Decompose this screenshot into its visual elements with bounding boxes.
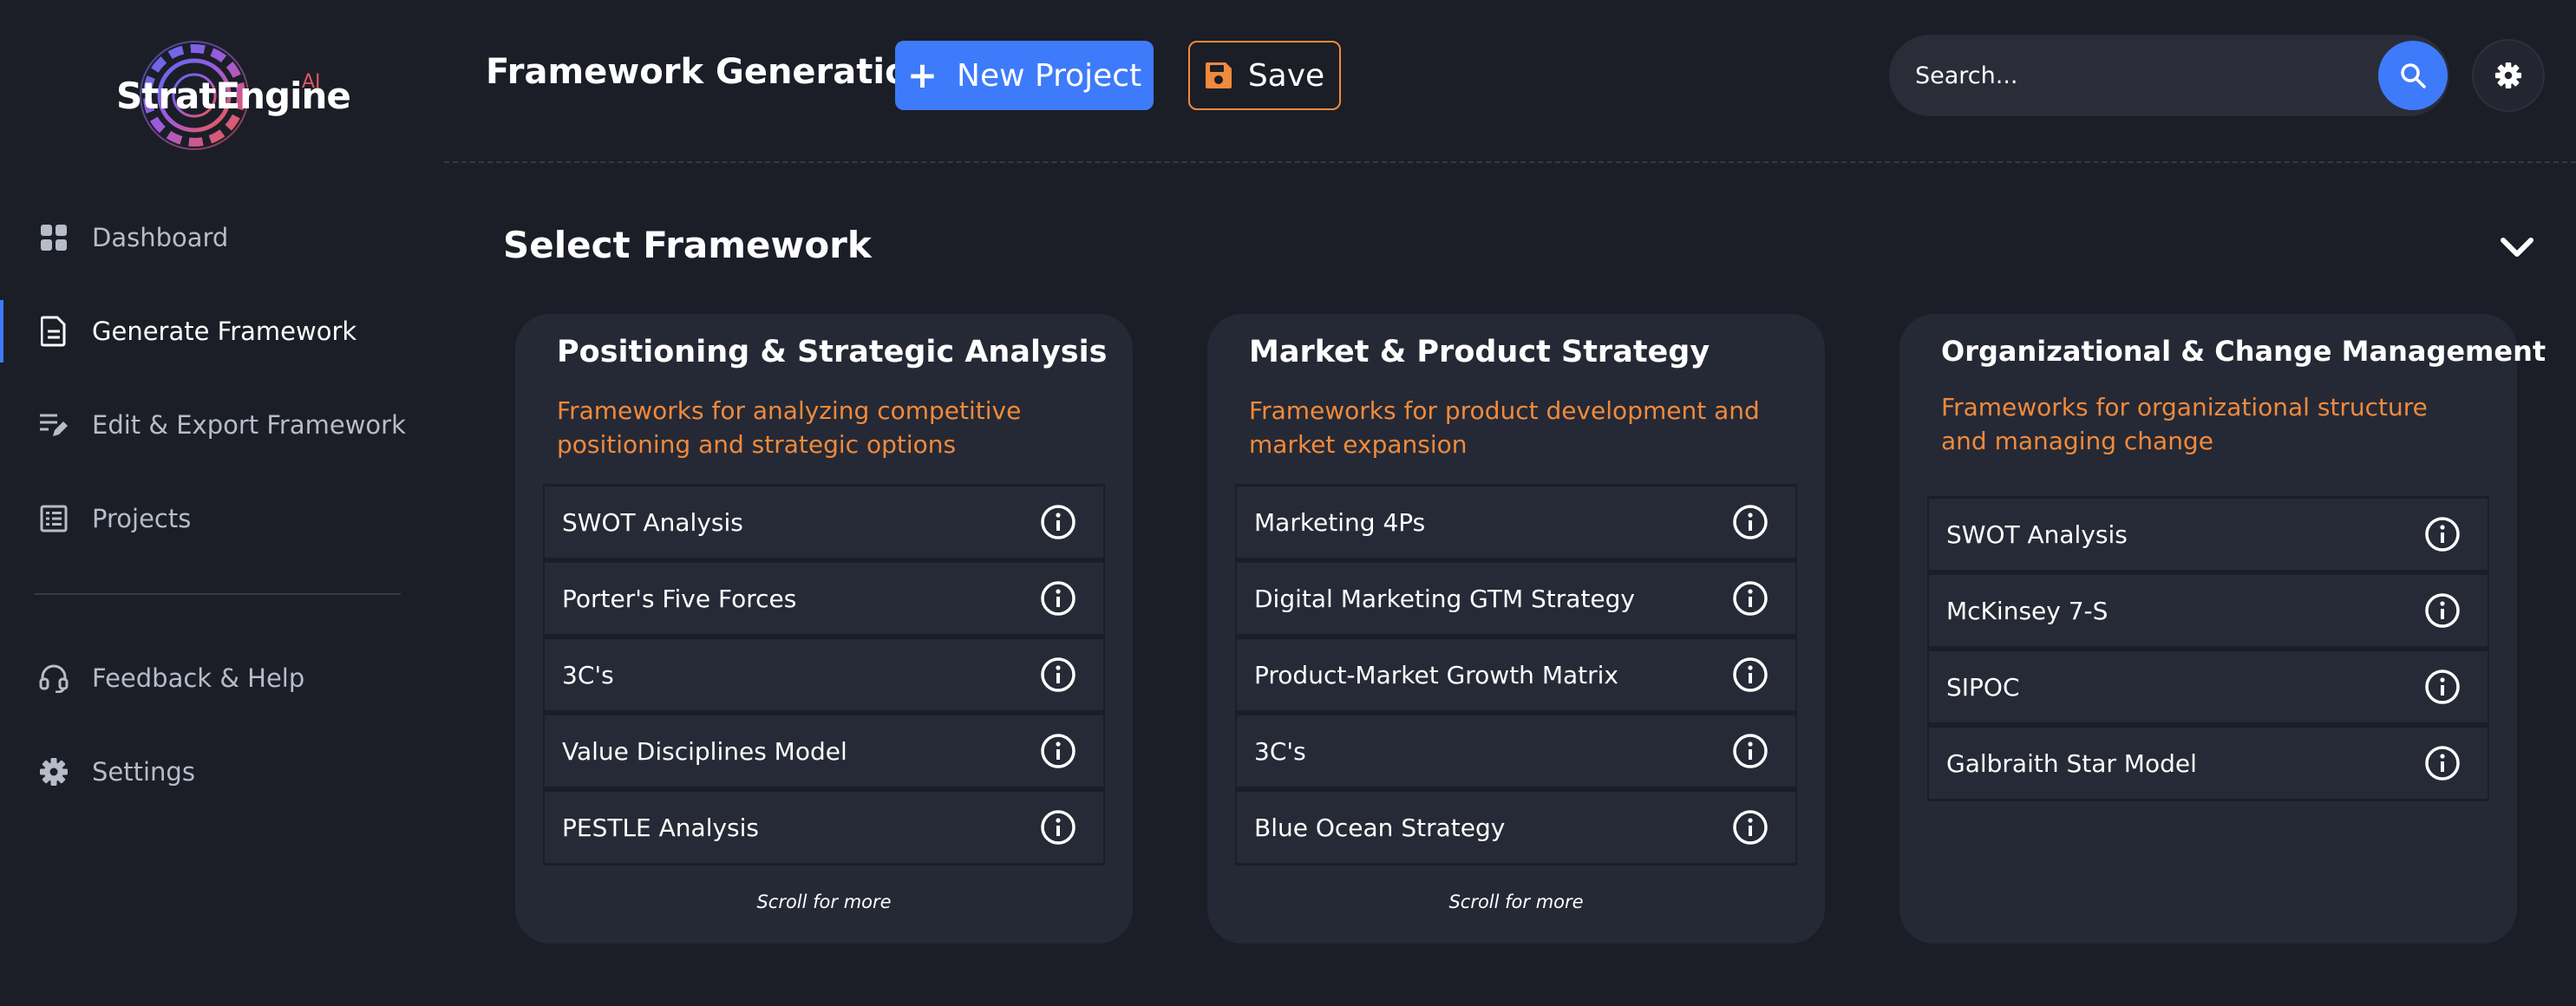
sidebar-secondary-nav: Feedback & Help Settings	[0, 631, 442, 819]
framework-name: Marketing 4Ps	[1254, 507, 1426, 537]
info-icon[interactable]	[2423, 668, 2462, 706]
sidebar-item-label: Settings	[92, 757, 195, 787]
sidebar: StratEngine AI Dashboard Generate Framew…	[0, 0, 442, 1006]
info-icon[interactable]	[1039, 503, 1077, 541]
framework-list: SWOT Analysis McKinsey 7-S SIPOC Galbrai…	[1927, 496, 2489, 801]
info-icon[interactable]	[2423, 515, 2462, 553]
info-icon[interactable]	[2423, 744, 2462, 782]
card-description: Frameworks for product development and m…	[1249, 396, 1760, 459]
card-title: Organizational & Change Management	[1941, 335, 2547, 368]
section-title: Select Framework	[503, 224, 872, 266]
brand-logo[interactable]: StratEngine AI	[104, 33, 351, 163]
grid-icon	[38, 222, 69, 253]
framework-name: Porter's Five Forces	[562, 584, 797, 613]
info-icon[interactable]	[2423, 591, 2462, 630]
info-icon[interactable]	[1039, 579, 1077, 617]
app-root: StratEngine AI Dashboard Generate Framew…	[0, 0, 2576, 1006]
framework-item[interactable]: Galbraith Star Model	[1927, 725, 2489, 801]
framework-item[interactable]: PESTLE Analysis	[543, 789, 1105, 866]
framework-name: McKinsey 7-S	[1946, 596, 2109, 625]
sidebar-item-projects[interactable]: Projects	[0, 472, 442, 565]
search-input[interactable]	[1915, 54, 2366, 97]
new-project-button[interactable]: + New Project	[895, 41, 1154, 110]
framework-name: SWOT Analysis	[1946, 519, 2128, 549]
framework-item[interactable]: Value Disciplines Model	[543, 713, 1105, 789]
sidebar-item-feedback[interactable]: Feedback & Help	[0, 631, 442, 725]
info-icon[interactable]	[1731, 732, 1769, 770]
framework-item[interactable]: McKinsey 7-S	[1927, 572, 2489, 649]
sidebar-item-label: Projects	[92, 504, 192, 533]
framework-item[interactable]: SWOT Analysis	[1927, 496, 2489, 572]
framework-name: SIPOC	[1946, 672, 2020, 702]
card-description: Frameworks for analyzing competitive pos…	[557, 396, 1022, 459]
info-icon[interactable]	[1039, 656, 1077, 694]
collapse-toggle[interactable]	[2498, 231, 2536, 265]
framework-card-positioning: Positioning & Strategic Analysis Framewo…	[515, 314, 1133, 944]
card-description: Frameworks for organizational structure …	[1941, 393, 2428, 455]
gear-icon	[2494, 62, 2522, 89]
sidebar-item-label: Generate Framework	[92, 317, 357, 346]
sidebar-item-label: Edit & Export Framework	[92, 410, 406, 440]
framework-name: 3C's	[562, 660, 614, 689]
info-icon[interactable]	[1731, 579, 1769, 617]
plus-icon: +	[906, 54, 938, 96]
framework-item[interactable]: SWOT Analysis	[543, 484, 1105, 560]
framework-item[interactable]: Porter's Five Forces	[543, 560, 1105, 637]
framework-name: Value Disciplines Model	[562, 736, 847, 766]
settings-button[interactable]	[2474, 41, 2543, 110]
floppy-disk-icon	[1205, 62, 1232, 89]
new-project-label: New Project	[957, 57, 1142, 94]
framework-name: 3C's	[1254, 736, 1306, 766]
edit-list-icon	[38, 409, 69, 441]
brand-suffix: AI	[302, 71, 321, 93]
card-title: Market & Product Strategy	[1249, 335, 1710, 369]
sidebar-item-dashboard[interactable]: Dashboard	[0, 191, 442, 284]
info-icon[interactable]	[1039, 808, 1077, 846]
framework-item[interactable]: Digital Marketing GTM Strategy	[1235, 560, 1797, 637]
sidebar-item-label: Dashboard	[92, 223, 229, 252]
framework-item[interactable]: 3C's	[543, 637, 1105, 713]
card-title: Positioning & Strategic Analysis	[557, 335, 1108, 369]
header-divider	[444, 161, 2576, 163]
info-icon[interactable]	[1039, 732, 1077, 770]
sidebar-item-edit-export[interactable]: Edit & Export Framework	[0, 378, 442, 472]
framework-name: Product-Market Growth Matrix	[1254, 660, 1618, 689]
framework-name: PESTLE Analysis	[562, 813, 760, 842]
save-label: Save	[1247, 57, 1325, 94]
search-button[interactable]	[2378, 41, 2448, 110]
info-icon[interactable]	[1731, 808, 1769, 846]
framework-name: Blue Ocean Strategy	[1254, 813, 1506, 842]
sidebar-item-label: Feedback & Help	[92, 663, 305, 693]
framework-list: Marketing 4Ps Digital Marketing GTM Stra…	[1235, 484, 1797, 866]
framework-item[interactable]: SIPOC	[1927, 649, 2489, 725]
headset-icon	[38, 663, 69, 694]
sidebar-divider	[35, 593, 401, 595]
framework-item[interactable]: Blue Ocean Strategy	[1235, 789, 1797, 866]
sidebar-item-settings[interactable]: Settings	[0, 725, 442, 819]
document-icon	[38, 316, 69, 347]
framework-item[interactable]: 3C's	[1235, 713, 1797, 789]
sidebar-item-generate-framework[interactable]: Generate Framework	[0, 284, 442, 378]
framework-item[interactable]: Marketing 4Ps	[1235, 484, 1797, 560]
framework-name: Galbraith Star Model	[1946, 748, 2197, 778]
framework-item[interactable]: Product-Market Growth Matrix	[1235, 637, 1797, 713]
search-icon	[2399, 62, 2427, 89]
framework-card-market-product: Market & Product Strategy Frameworks for…	[1207, 314, 1825, 944]
save-button[interactable]: Save	[1188, 41, 1341, 110]
gear-icon	[38, 756, 69, 787]
scroll-hint: Scroll for more	[1448, 892, 1584, 912]
list-icon	[38, 503, 69, 534]
info-icon[interactable]	[1731, 503, 1769, 541]
framework-name: SWOT Analysis	[562, 507, 743, 537]
page-title: Framework Generation	[486, 52, 934, 92]
search-bar	[1889, 35, 2449, 116]
framework-list: SWOT Analysis Porter's Five Forces 3C's …	[543, 484, 1105, 866]
framework-name: Digital Marketing GTM Strategy	[1254, 584, 1635, 613]
framework-card-organizational: Organizational & Change Management Frame…	[1899, 314, 2546, 944]
sidebar-nav: Dashboard Generate Framework Edit & Expo…	[0, 191, 442, 565]
top-header: Framework Generation + New Project Save	[442, 0, 2576, 163]
chevron-down-icon	[2500, 237, 2534, 259]
info-icon[interactable]	[1731, 656, 1769, 694]
scroll-hint: Scroll for more	[756, 892, 892, 912]
